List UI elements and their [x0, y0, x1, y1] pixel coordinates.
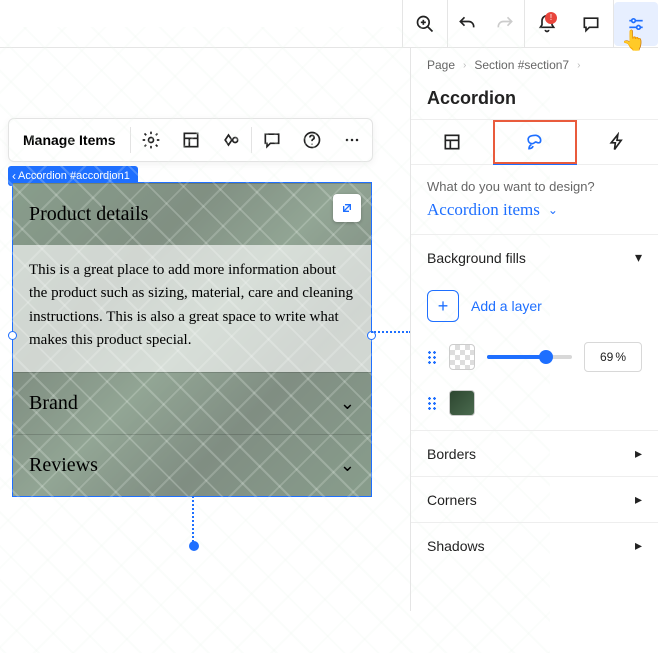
opacity-unit: % [615, 350, 626, 364]
add-layer-label[interactable]: Add a layer [471, 298, 542, 314]
accordion-element[interactable]: Product details This is a great place to… [12, 182, 372, 497]
resize-handle-left[interactable] [8, 331, 17, 340]
breadcrumb-item[interactable]: Page [427, 58, 455, 72]
layout-icon [442, 132, 462, 152]
accordion-title: Reviews [29, 454, 98, 477]
accordion-header[interactable]: Product details [13, 183, 371, 245]
breadcrumb-item[interactable]: Section #section7 [474, 58, 569, 72]
caret-right-icon: ▸ [635, 445, 642, 462]
accordion-item[interactable]: Brand ⌄ [13, 372, 371, 434]
expand-handle[interactable] [333, 194, 361, 222]
design-panel-toggle[interactable] [614, 2, 658, 46]
sliders-icon [626, 14, 646, 34]
design-prompt: What do you want to design? [411, 165, 658, 196]
opacity-input[interactable]: 69 % [584, 342, 642, 372]
accordion-title: Brand [29, 392, 78, 415]
tab-interactions[interactable] [576, 120, 658, 164]
panel-title: Accordion [411, 72, 658, 119]
add-layer-row: + Add a layer [411, 280, 658, 330]
fill-swatch-transparent[interactable] [449, 344, 475, 370]
canvas-area: Manage Items Accordion #accordion1 Produ… [0, 48, 410, 611]
accordion-body[interactable]: This is a great place to add more inform… [13, 245, 371, 372]
fill-swatch-image[interactable] [449, 390, 475, 416]
section-background-fills[interactable]: Background fills ▾ [411, 235, 658, 280]
add-layer-button[interactable]: + [427, 290, 459, 322]
tab-active-indicator [493, 162, 577, 165]
section-label: Shadows [427, 538, 485, 554]
design-target-select[interactable]: Accordion items ⌄ [411, 196, 658, 235]
comments-button[interactable] [569, 2, 613, 46]
accordion-header[interactable]: Brand ⌄ [13, 372, 371, 434]
alert-badge: ! [545, 12, 557, 24]
drag-handle-icon[interactable] [427, 350, 437, 364]
section-label: Borders [427, 446, 476, 462]
section-borders[interactable]: Borders ▸ [411, 431, 658, 476]
fill-layer-row: 69 % [411, 330, 658, 378]
accordion-item[interactable]: Product details This is a great place to… [13, 183, 371, 372]
caret-down-icon: ▾ [635, 249, 642, 266]
chat-icon [581, 14, 601, 34]
caret-right-icon: ▸ [635, 491, 642, 508]
chevron-down-icon: ⌄ [548, 203, 558, 218]
accordion-header[interactable]: Reviews ⌄ [13, 434, 371, 496]
opacity-value: 69 [600, 350, 613, 364]
section-corners[interactable]: Corners ▸ [411, 477, 658, 522]
expand-diagonal-icon [339, 200, 355, 216]
section-label: Background fills [427, 250, 526, 266]
chevron-down-icon: ⌄ [340, 455, 355, 476]
chevron-right-icon: › [463, 60, 466, 71]
section-label: Corners [427, 492, 477, 508]
panel-tabs [411, 119, 658, 165]
caret-right-icon: ▸ [635, 537, 642, 554]
guide-line [371, 331, 411, 333]
breadcrumb[interactable]: Page › Section #section7 › [411, 58, 658, 72]
guide-line [192, 496, 194, 546]
accordion-item[interactable]: Reviews ⌄ [13, 434, 371, 496]
tab-layout[interactable] [411, 120, 493, 164]
opacity-slider[interactable] [487, 355, 572, 359]
chevron-down-icon: ⌄ [340, 393, 355, 414]
slider-thumb[interactable] [539, 350, 553, 364]
accordion-title: Product details [29, 203, 148, 226]
chevron-right-icon: › [577, 60, 580, 71]
tab-design[interactable] [493, 120, 575, 164]
brush-icon [524, 132, 544, 152]
bolt-icon [607, 132, 627, 152]
design-target-label: Accordion items [427, 200, 540, 220]
fill-layer-row [411, 378, 658, 430]
section-shadows[interactable]: Shadows ▸ [411, 523, 658, 568]
design-panel: Page › Section #section7 › Accordion Wha… [410, 48, 658, 611]
drag-handle-icon[interactable] [427, 396, 437, 410]
slider-fill [487, 355, 546, 359]
